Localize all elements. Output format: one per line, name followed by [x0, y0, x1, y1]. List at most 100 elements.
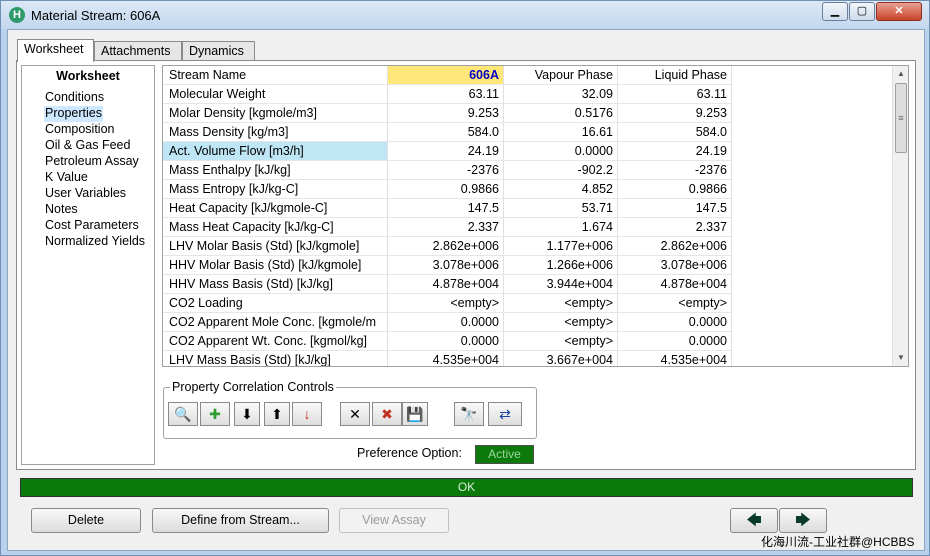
property-value-cell[interactable]: 4.878e+004	[618, 275, 732, 294]
maximize-button[interactable]: ▢	[849, 2, 875, 21]
property-value-cell[interactable]: 1.674	[504, 218, 618, 237]
property-value-cell[interactable]: 0.0000	[618, 332, 732, 351]
scroll-up-arrow-icon[interactable]: ▲	[893, 66, 908, 82]
table-row: HHV Molar Basis (Std) [kJ/kgmole] 3.078e+…	[163, 256, 903, 275]
property-value-cell[interactable]: -902.2	[504, 161, 618, 180]
previous-arrow-icon[interactable]: 🡄	[730, 508, 778, 533]
tab-dynamics[interactable]: Dynamics	[182, 41, 255, 61]
property-name-cell: Act. Volume Flow [m3/h]	[163, 142, 388, 161]
close-button[interactable]: ✕	[876, 2, 922, 21]
next-arrow-icon[interactable]: 🡆	[779, 508, 827, 533]
table-row: Act. Volume Flow [m3/h] 24.19 0.0000 24.19	[163, 142, 903, 161]
property-value-cell[interactable]: 16.61	[504, 123, 618, 142]
nav-item-user-variables[interactable]: User Variables	[44, 186, 127, 202]
property-value-cell[interactable]: 3.078e+006	[388, 256, 504, 275]
property-value-cell[interactable]: 9.253	[388, 104, 504, 123]
nav-item-notes[interactable]: Notes	[44, 202, 79, 218]
tab-worksheet[interactable]: Worksheet	[17, 39, 94, 62]
header-stream-name: Stream Name	[163, 66, 388, 85]
move-up-icon[interactable]: ⬆	[264, 402, 290, 426]
property-value-cell[interactable]: <empty>	[504, 313, 618, 332]
nav-item-composition[interactable]: Composition	[44, 122, 115, 138]
preference-option-value[interactable]: Active	[475, 445, 534, 464]
transfer-icon[interactable]: ⇄	[488, 402, 522, 426]
nav-item-k-value[interactable]: K Value	[44, 170, 89, 186]
property-value-cell[interactable]: 3.944e+004	[504, 275, 618, 294]
property-value-cell[interactable]: <empty>	[388, 294, 504, 313]
table-row: Mass Enthalpy [kJ/kg] -2376 -902.2 -2376	[163, 161, 903, 180]
property-value-cell[interactable]: 9.253	[618, 104, 732, 123]
save-icon[interactable]: 💾	[402, 402, 428, 426]
property-name-cell: Mass Entropy [kJ/kg-C]	[163, 180, 388, 199]
grid-header-row: Stream Name 606A Vapour Phase Liquid Pha…	[163, 66, 903, 85]
scroll-down-arrow-icon[interactable]: ▼	[893, 350, 908, 366]
property-value-cell[interactable]: 4.535e+004	[388, 351, 504, 366]
header-vapour-phase: Vapour Phase	[504, 66, 618, 85]
property-value-cell[interactable]: 584.0	[618, 123, 732, 142]
view-correlation-icon[interactable]: 🔍	[168, 402, 198, 426]
property-value-cell[interactable]: 0.0000	[504, 142, 618, 161]
delete-all-icon[interactable]: ✖	[372, 402, 402, 426]
table-row: Heat Capacity [kJ/kgmole-C] 147.5 53.71 147…	[163, 199, 903, 218]
property-value-cell[interactable]: 0.5176	[504, 104, 618, 123]
delete-icon[interactable]: ✕	[340, 402, 370, 426]
property-value-cell[interactable]: 3.667e+004	[504, 351, 618, 366]
property-value-cell[interactable]: 4.535e+004	[618, 351, 732, 366]
property-value-cell[interactable]: 24.19	[388, 142, 504, 161]
property-value-cell[interactable]: 53.71	[504, 199, 618, 218]
property-value-cell[interactable]: 1.266e+006	[504, 256, 618, 275]
property-value-cell[interactable]: 147.5	[388, 199, 504, 218]
property-value-cell[interactable]: 63.11	[618, 85, 732, 104]
view-assay-button[interactable]: View Assay	[339, 508, 449, 533]
move-down-icon[interactable]: ⬇	[234, 402, 260, 426]
property-value-cell[interactable]: 0.9866	[388, 180, 504, 199]
delete-button[interactable]: Delete	[31, 508, 141, 533]
property-value-cell[interactable]: <empty>	[618, 294, 732, 313]
define-from-stream-button[interactable]: Define from Stream...	[152, 508, 329, 533]
property-value-cell[interactable]: 0.0000	[618, 313, 732, 332]
property-value-cell[interactable]: 3.078e+006	[618, 256, 732, 275]
property-value-cell[interactable]: 2.862e+006	[388, 237, 504, 256]
grid-scrollbar[interactable]: ▲ ≡ ▼	[892, 66, 908, 366]
property-value-cell[interactable]: 0.9866	[618, 180, 732, 199]
property-value-cell[interactable]: 584.0	[388, 123, 504, 142]
property-value-cell[interactable]: 0.0000	[388, 313, 504, 332]
property-value-cell[interactable]: 2.862e+006	[618, 237, 732, 256]
property-value-cell[interactable]: <empty>	[504, 294, 618, 313]
property-value-cell[interactable]: 2.337	[618, 218, 732, 237]
nav-item-cost-parameters[interactable]: Cost Parameters	[44, 218, 140, 234]
nav-item-petroleum-assay[interactable]: Petroleum Assay	[44, 154, 140, 170]
property-value-cell[interactable]: 2.337	[388, 218, 504, 237]
property-value-cell[interactable]: -2376	[618, 161, 732, 180]
nav-item-conditions[interactable]: Conditions	[44, 90, 105, 106]
property-value-cell[interactable]: 0.0000	[388, 332, 504, 351]
property-value-cell[interactable]: 147.5	[618, 199, 732, 218]
property-name-cell: CO2 Apparent Wt. Conc. [kgmol/kg]	[163, 332, 388, 351]
table-row: Mass Entropy [kJ/kg-C] 0.9866 4.852 0.9866	[163, 180, 903, 199]
property-value-cell[interactable]: 4.878e+004	[388, 275, 504, 294]
worksheet-panel: Worksheet Conditions Properties Composit…	[16, 60, 916, 470]
property-value-cell[interactable]: -2376	[388, 161, 504, 180]
table-row: CO2 Loading <empty> <empty> <empty>	[163, 294, 903, 313]
tab-attachments[interactable]: Attachments	[94, 41, 182, 61]
client-area: Worksheet Attachments Dynamics Worksheet…	[7, 29, 925, 551]
scroll-thumb[interactable]: ≡	[895, 83, 907, 153]
nav-item-normalized-yields[interactable]: Normalized Yields	[44, 234, 146, 250]
nav-item-oil-gas-feed[interactable]: Oil & Gas Feed	[44, 138, 131, 154]
nav-item-properties[interactable]: Properties	[44, 106, 103, 122]
minimize-button[interactable]: ▁	[822, 2, 848, 21]
property-value-cell[interactable]: 32.09	[504, 85, 618, 104]
header-stream-606a[interactable]: 606A	[388, 66, 504, 85]
title-bar[interactable]: H Material Stream: 606A ▁ ▢ ✕	[1, 1, 929, 29]
property-value-cell[interactable]: 24.19	[618, 142, 732, 161]
property-value-cell[interactable]: <empty>	[504, 332, 618, 351]
property-value-cell[interactable]: 1.177e+006	[504, 237, 618, 256]
add-icon[interactable]: ✚	[200, 402, 230, 426]
table-row: Molecular Weight 63.11 32.09 63.11	[163, 85, 903, 104]
table-row: LHV Mass Basis (Std) [kJ/kg] 4.535e+004 3.…	[163, 351, 903, 366]
property-value-cell[interactable]: 63.11	[388, 85, 504, 104]
sort-icon[interactable]: ↓	[292, 402, 322, 426]
table-row: Mass Heat Capacity [kJ/kg-C] 2.337 1.674 2.…	[163, 218, 903, 237]
find-icon[interactable]: 🔭	[454, 402, 484, 426]
property-value-cell[interactable]: 4.852	[504, 180, 618, 199]
